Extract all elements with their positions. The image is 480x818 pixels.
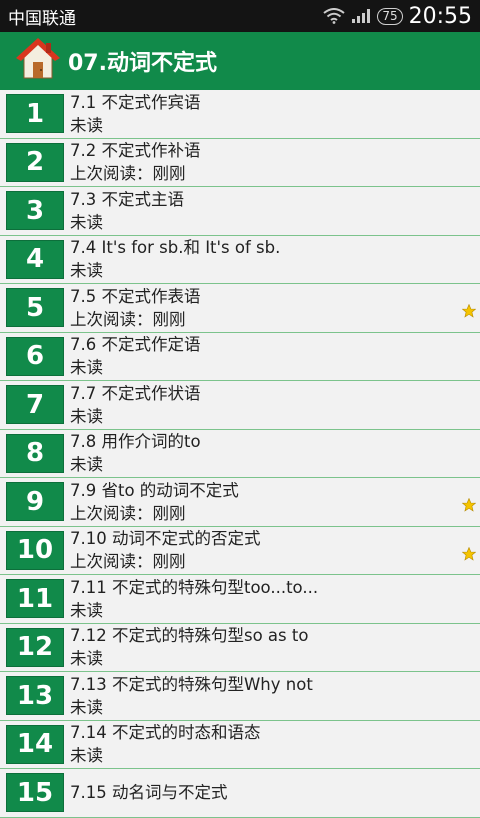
item-title: 7.4 It's for sb.和 It's of sb. xyxy=(70,238,281,258)
item-title: 7.6 不定式作定语 xyxy=(70,335,201,355)
battery-icon: 75 xyxy=(377,7,403,25)
star-icon xyxy=(462,546,476,561)
item-title: 7.13 不定式的特殊句型Why not xyxy=(70,674,313,694)
page-title: 07.动词不定式 xyxy=(68,51,217,76)
item-status: 未读 xyxy=(70,115,103,135)
item-title: 7.15 动名词与不定式 xyxy=(70,783,228,803)
list-item[interactable]: 13 7.13 不定式的特殊句型Why not 未读 xyxy=(0,672,480,721)
item-number: 12 xyxy=(6,627,64,667)
item-status: 未读 xyxy=(70,212,103,232)
item-number: 1 xyxy=(6,94,64,134)
item-number: 11 xyxy=(6,579,64,619)
list-item[interactable]: 5 7.5 不定式作表语 上次阅读：刚刚 xyxy=(0,284,480,333)
list-item[interactable]: 12 7.12 不定式的特殊句型so as to 未读 xyxy=(0,623,480,672)
wifi-icon xyxy=(323,8,345,24)
status-bar: 中国联通 75 20:55 xyxy=(0,0,480,32)
star-icon xyxy=(462,304,476,318)
list-item[interactable]: 6 7.6 不定式作定语 未读 xyxy=(0,332,480,381)
item-title: 7.8 用作介词的to xyxy=(70,432,201,452)
list-item[interactable]: 9 7.9 省to 的动词不定式 上次阅读：刚刚 xyxy=(0,478,480,527)
item-title: 7.7 不定式作状语 xyxy=(70,383,201,403)
item-number: 4 xyxy=(6,239,64,279)
item-title: 7.11 不定式的特殊句型too...to... xyxy=(70,577,319,597)
item-status: 未读 xyxy=(70,358,103,378)
item-number: 3 xyxy=(6,191,64,231)
item-status: 未读 xyxy=(70,261,103,281)
star-icon xyxy=(462,498,476,512)
list-item[interactable]: 8 7.8 用作介词的to 未读 xyxy=(0,429,480,478)
item-number: 15 xyxy=(6,773,64,813)
item-status: 上次阅读：刚刚 xyxy=(70,164,186,184)
item-number: 2 xyxy=(6,142,64,182)
item-number: 5 xyxy=(6,288,64,328)
item-number: 10 xyxy=(6,530,64,570)
item-status: 上次阅读：刚刚 xyxy=(70,503,186,523)
clock: 20:55 xyxy=(408,3,472,29)
item-title: 7.12 不定式的特殊句型so as to xyxy=(70,626,309,646)
list-item[interactable]: 3 7.3 不定式主语 未读 xyxy=(0,187,480,236)
list-item[interactable]: 4 7.4 It's for sb.和 It's of sb. 未读 xyxy=(0,235,480,284)
item-title: 7.1 不定式作宾语 xyxy=(70,92,201,112)
item-number: 6 xyxy=(6,336,64,376)
status-icons: 75 20:55 xyxy=(323,4,472,29)
item-number: 13 xyxy=(6,676,64,716)
list-item[interactable]: 14 7.14 不定式的时态和语态 未读 xyxy=(0,720,480,769)
app-header: 07.动词不定式 xyxy=(0,32,480,90)
list-item[interactable]: 15 7.15 动名词与不定式 xyxy=(0,769,480,818)
item-title: 7.9 省to 的动词不定式 xyxy=(70,480,239,500)
list-item[interactable]: 1 7.1 不定式作宾语 未读 xyxy=(0,90,480,139)
item-status: 上次阅读：刚刚 xyxy=(70,309,186,329)
item-status: 未读 xyxy=(70,406,103,426)
item-title: 7.3 不定式主语 xyxy=(70,189,184,209)
item-status: 未读 xyxy=(70,697,103,717)
item-status: 未读 xyxy=(70,746,103,766)
item-title: 7.10 动词不定式的否定式 xyxy=(70,529,261,549)
item-title: 7.14 不定式的时态和语态 xyxy=(70,723,261,743)
item-number: 7 xyxy=(6,385,64,425)
item-status: 未读 xyxy=(70,600,103,620)
item-status: 上次阅读：刚刚 xyxy=(70,552,186,572)
list-item[interactable]: 2 7.2 不定式作补语 上次阅读：刚刚 xyxy=(0,138,480,187)
item-title: 7.2 不定式作补语 xyxy=(70,141,201,161)
item-number: 8 xyxy=(6,433,64,473)
item-number: 14 xyxy=(6,724,64,764)
list-item[interactable]: 7 7.7 不定式作状语 未读 xyxy=(0,381,480,430)
signal-icon xyxy=(352,9,371,23)
list-item[interactable]: 10 7.10 动词不定式的否定式 上次阅读：刚刚 xyxy=(0,526,480,575)
carrier-label: 中国联通 xyxy=(8,8,76,29)
item-number: 9 xyxy=(6,482,64,522)
item-title: 7.5 不定式作表语 xyxy=(70,286,201,306)
item-status: 未读 xyxy=(70,455,103,475)
list-item[interactable]: 11 7.11 不定式的特殊句型too...to... 未读 xyxy=(0,575,480,624)
item-status: 未读 xyxy=(70,649,103,669)
home-icon[interactable] xyxy=(16,37,60,85)
lesson-list: 1 7.1 不定式作宾语 未读 2 7.2 不定式作补语 上次阅读：刚刚 3 7.3… xyxy=(0,90,480,818)
